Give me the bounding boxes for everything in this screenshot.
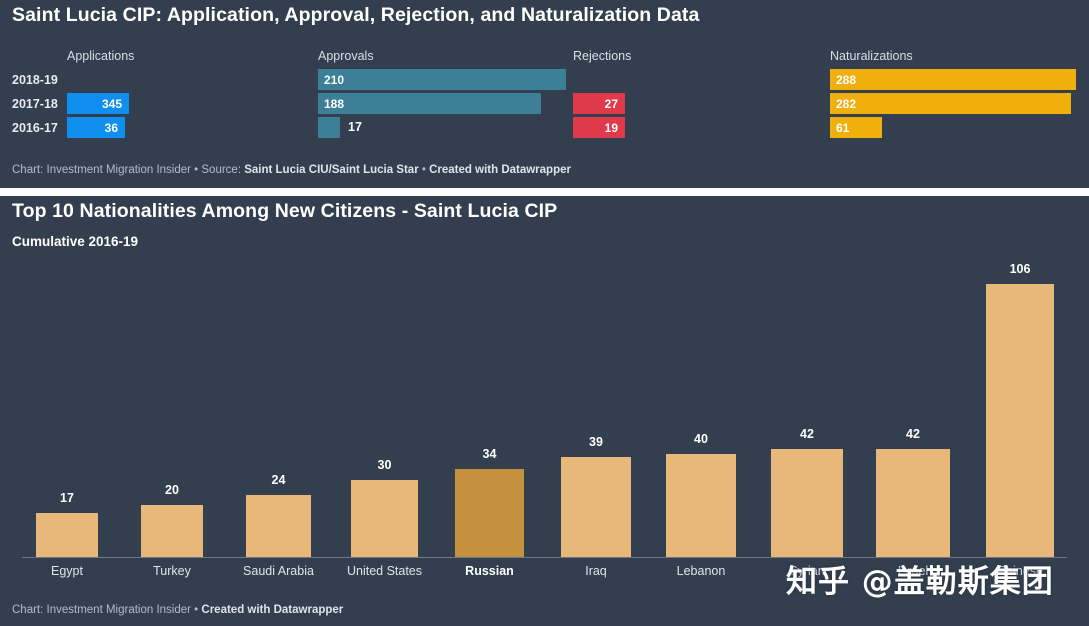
chart1-column-header-rejections: Rejections <box>573 49 632 63</box>
chart1-bar-value: 210 <box>324 72 345 87</box>
chart2-bar-value: 106 <box>1009 262 1031 276</box>
chart2-bar-column: 39 Iraq <box>561 196 631 626</box>
chart2-bar-column: 106 Chinese <box>986 196 1054 626</box>
chart2-bar <box>246 495 311 557</box>
chart2-credit: Chart: Investment Migration Insider • Cr… <box>12 604 343 616</box>
chart2-bar-value: 34 <box>482 447 497 461</box>
chart2-bar <box>561 457 631 557</box>
chart2-category-label: Chinese <box>997 564 1043 578</box>
chart2-bar-value: 30 <box>377 458 392 472</box>
chart1-column-header-approvals: Approvals <box>318 49 374 63</box>
chart1-bar-approvals-2017-18: 188 <box>318 93 541 114</box>
chart2-bar <box>141 505 203 557</box>
chart2-category-label: Saudi Arabia <box>243 564 314 578</box>
chart2-category-label: Iraq <box>585 564 607 578</box>
chart2-category-label: Lebanon <box>676 564 726 578</box>
chart1-bar-value: 345 <box>101 96 122 111</box>
chart1-bar-rejections-2017-18: 27 <box>573 93 625 114</box>
chart2-category-label: Turkey <box>153 564 191 578</box>
chart1-bar-naturalizations-2016-17: 61 <box>830 117 882 138</box>
chart2-bar-value: 24 <box>271 473 286 487</box>
chart1-bar-naturalizations-2018-19: 288 <box>830 69 1076 90</box>
chart2-bar-value: 20 <box>165 483 179 497</box>
chart1-credit-mid: • <box>418 164 430 176</box>
chart1-bar-value: 19 <box>604 120 618 135</box>
chart1-bar-applications-2016-17: 36 <box>67 117 125 138</box>
chart2-bar-value: 42 <box>800 427 814 441</box>
chart2-bar-column: 30 United States <box>347 196 422 626</box>
chart2-bar-column: 42 Israel <box>876 196 950 626</box>
chart1-bar-naturalizations-2017-18: 282 <box>830 93 1071 114</box>
chart2-bar-column: 42 Syrian <box>771 196 843 626</box>
chart1-bar-applications-2017-18: 345 <box>67 93 129 114</box>
chart1-column-header-naturalizations: Naturalizations <box>830 49 913 63</box>
chart2-bar-column: 17 Egypt <box>36 196 98 626</box>
chart1-bar-approvals-2016-17 <box>318 117 340 138</box>
chart1-bar-approvals-2018-19: 210 <box>318 69 566 90</box>
chart1-bar-value: 17 <box>348 120 362 134</box>
chart2-credit-prefix: Chart: Investment Migration Insider • <box>12 604 202 616</box>
chart2-bar <box>771 449 843 557</box>
chart1-bar-rejections-2016-17: 19 <box>573 117 625 138</box>
chart2-category-label: United States <box>346 564 423 578</box>
screenshot-root: Saint Lucia CIP: Application, Approval, … <box>0 0 1089 626</box>
chart2-credit-tool: Created with Datawrapper <box>201 604 344 616</box>
chart2-bar <box>36 513 98 557</box>
chart1-bar-value: 188 <box>324 96 345 111</box>
chart1-bar-value: 288 <box>836 72 857 87</box>
chart2-bar-column: 20 Turkey <box>141 196 203 626</box>
chart2-bar <box>351 480 418 557</box>
chart2-category-label: Israel <box>897 564 929 578</box>
chart1-bar-value: 61 <box>836 120 850 135</box>
chart2-bar <box>455 469 524 557</box>
chart2-bar <box>986 284 1054 557</box>
chart1-title: Saint Lucia CIP: Application, Approval, … <box>12 4 700 26</box>
chart2-bar <box>666 454 736 557</box>
chart2-bar-column: 24 Saudi Arabia <box>243 196 314 626</box>
chart1-row-label: 2018-19 <box>12 73 58 87</box>
chart2-bar-value: 17 <box>60 491 74 505</box>
chart1-credit-prefix: Chart: Investment Migration Insider • So… <box>12 164 245 176</box>
chart1-credit-tool: Created with Datawrapper <box>429 164 571 176</box>
chart1-row-label: 2017-18 <box>12 97 58 111</box>
chart2-bar-value: 42 <box>906 427 920 441</box>
chart2-category-label: Syrian <box>789 564 825 578</box>
chart1-bar-value: 282 <box>836 96 857 111</box>
chart2-bar-column: 40 Lebanon <box>666 196 736 626</box>
chart1-bar-value: 27 <box>604 96 618 111</box>
chart2-bar <box>876 449 950 557</box>
chart1-credit: Chart: Investment Migration Insider • So… <box>12 164 571 176</box>
chart2-bar-value: 40 <box>694 432 708 446</box>
chart2-category-label: Russian <box>465 564 514 578</box>
chart1-row-label: 2016-17 <box>12 121 58 135</box>
chart1-column-header-applications: Applications <box>67 49 135 63</box>
chart2-category-label: Egypt <box>51 564 83 578</box>
chart2-bar-column: 34 Russian <box>455 196 524 626</box>
chart1-bar-value: 36 <box>104 120 118 135</box>
chart2-bar-value: 39 <box>589 435 603 449</box>
chart2-plot-area: 17 Egypt 20 Turkey 24 Saudi Arabia 30 United St… <box>0 196 1089 626</box>
chart1-credit-source: Saint Lucia CIU/Saint Lucia Star <box>244 164 419 176</box>
panel-divider <box>0 188 1089 196</box>
